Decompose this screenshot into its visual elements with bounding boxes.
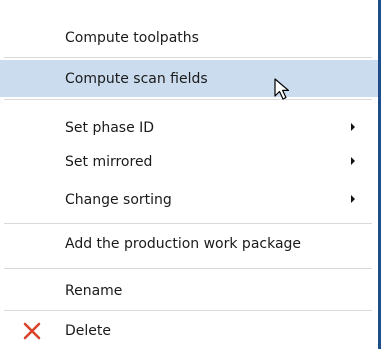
- mouse-pointer-icon: [274, 78, 290, 100]
- menu-item-change-sorting[interactable]: Change sorting: [0, 183, 378, 217]
- menu-separator: [4, 310, 372, 311]
- menu-item-set-mirrored[interactable]: Set mirrored: [0, 145, 378, 179]
- menu-separator: [4, 268, 372, 269]
- submenu-arrow-icon: [351, 195, 355, 203]
- close-x-icon: [23, 322, 41, 340]
- submenu-arrow-icon: [351, 123, 355, 131]
- menu-item-label: Set mirrored: [65, 154, 153, 170]
- menu-item-add-production-work-package[interactable]: Add the production work package: [0, 227, 378, 261]
- menu-item-delete[interactable]: Delete: [0, 314, 378, 349]
- menu-item-set-phase-id[interactable]: Set phase ID: [0, 111, 378, 145]
- menu-separator: [4, 57, 372, 58]
- menu-item-label: Add the production work package: [65, 236, 302, 252]
- menu-item-compute-scan-fields[interactable]: Compute scan fields: [0, 60, 378, 97]
- menu-separator: [4, 223, 372, 224]
- menu-item-label: Rename: [65, 283, 123, 299]
- menu-item-label: Compute toolpaths: [65, 30, 199, 46]
- menu-item-label: Set phase ID: [65, 120, 155, 136]
- menu-item-compute-toolpaths[interactable]: Compute toolpaths: [0, 21, 378, 55]
- menu-item-label: Change sorting: [65, 192, 172, 208]
- menu-item-label: Delete: [65, 323, 111, 339]
- submenu-arrow-icon: [351, 157, 355, 165]
- menu-item-label: Compute scan fields: [65, 71, 208, 87]
- menu-item-rename[interactable]: Rename: [0, 274, 378, 308]
- menu-separator: [4, 99, 372, 100]
- context-menu: Compute toolpaths Compute scan fields Se…: [0, 0, 381, 349]
